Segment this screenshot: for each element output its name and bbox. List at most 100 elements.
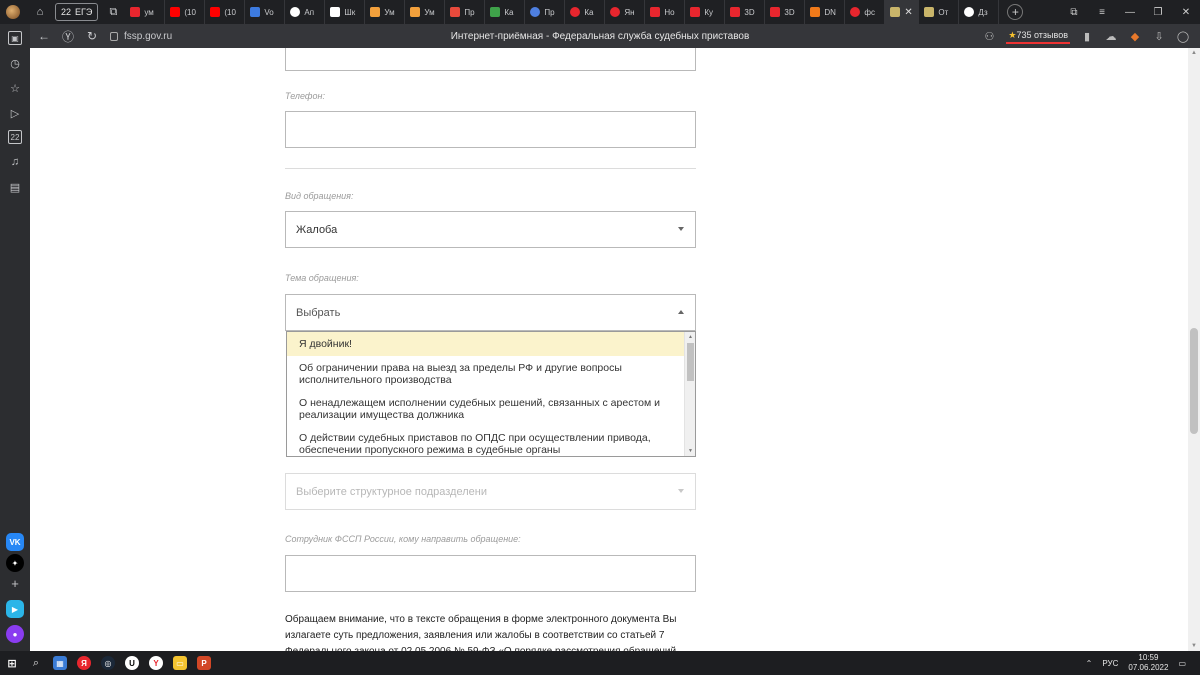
- new-tab-button[interactable]: +: [1007, 4, 1024, 20]
- tab[interactable]: От: [919, 0, 960, 24]
- store-icon[interactable]: ▦: [48, 651, 72, 675]
- topic-select[interactable]: Выбрать: [285, 294, 696, 331]
- play-icon[interactable]: ▷: [8, 106, 22, 120]
- favorites-star-icon[interactable]: ☆: [8, 81, 22, 95]
- close-tab-icon[interactable]: ✕: [904, 7, 912, 18]
- history-icon[interactable]: ◷: [8, 56, 22, 70]
- tab[interactable]: Но: [645, 0, 686, 24]
- employee-input[interactable]: [285, 555, 696, 592]
- tab[interactable]: (10: [165, 0, 206, 24]
- topic-placeholder: Выбрать: [296, 306, 341, 319]
- bookmark-icon[interactable]: ▮: [1080, 30, 1094, 43]
- tab-active-fssp[interactable]: ✕: [885, 0, 920, 24]
- division-placeholder: Выберите структурное подразделени: [296, 485, 487, 498]
- yandex-button-icon[interactable]: Ⓨ: [56, 28, 80, 45]
- tab[interactable]: Ап: [285, 0, 326, 24]
- powerpoint-icon[interactable]: P: [192, 651, 216, 675]
- back-arrow-icon[interactable]: ←: [32, 29, 56, 43]
- tab[interactable]: DN: [805, 0, 846, 24]
- tab[interactable]: Пр: [445, 0, 486, 24]
- tab[interactable]: Ум: [365, 0, 406, 24]
- scroll-up-arrow-icon[interactable]: ▲: [688, 334, 693, 340]
- alice-app-icon[interactable]: ✦: [6, 554, 24, 572]
- collections-icon[interactable]: ▣: [8, 31, 22, 45]
- topic-label: Тема обращения:: [285, 273, 359, 283]
- tab-stack-icon[interactable]: ⧉: [104, 4, 122, 20]
- file-explorer-icon[interactable]: ▭: [168, 651, 192, 675]
- topic-option[interactable]: Я двойник!: [287, 332, 695, 356]
- scroll-up-arrow-icon[interactable]: ▲: [1191, 50, 1197, 56]
- windows-start-icon[interactable]: ⊞: [0, 651, 24, 675]
- youtube-favicon-icon: [170, 7, 181, 17]
- menu-icon[interactable]: ≡: [1088, 7, 1116, 18]
- scroll-down-arrow-icon[interactable]: ▼: [1191, 643, 1197, 649]
- address-bar-actions: ⚇ ★735 отзывов ▮ ☁ ◆ ⇩ ◯: [982, 24, 1200, 48]
- tab[interactable]: Пр: [525, 0, 566, 24]
- search-icon[interactable]: ⌕: [24, 651, 48, 675]
- language-indicator[interactable]: РУС: [1102, 659, 1118, 668]
- site-favicon-icon: [410, 7, 421, 17]
- appeal-type-select[interactable]: Жалоба: [285, 211, 696, 248]
- steam-icon[interactable]: ◎: [96, 651, 120, 675]
- tab-manager-icon[interactable]: ⧉: [1060, 7, 1088, 18]
- calendar-badge[interactable]: 22: [8, 130, 22, 144]
- topic-option[interactable]: О действии судебных приставов по ОПДС пр…: [287, 424, 695, 456]
- page-scroll-thumb[interactable]: [1190, 328, 1198, 434]
- phone-input[interactable]: [285, 111, 696, 148]
- appeal-type-value: Жалоба: [296, 223, 338, 236]
- reload-icon[interactable]: ↻: [80, 29, 104, 43]
- tray-chevron-icon[interactable]: ⌃: [1086, 659, 1093, 668]
- tab[interactable]: 3D: [725, 0, 766, 24]
- close-window-icon[interactable]: ✕: [1172, 7, 1200, 18]
- tab[interactable]: Ку: [685, 0, 726, 24]
- translate-icon[interactable]: ⚇: [982, 30, 996, 43]
- tab[interactable]: ум: [125, 0, 166, 24]
- messenger-app-icon[interactable]: ▶: [6, 600, 24, 618]
- extension-fox-icon[interactable]: ◆: [1128, 30, 1142, 43]
- windows-taskbar: ⊞ ⌕ ▦ Я ◎ U Y ▭ P ⌃ РУС 10:59 07.06.2022…: [0, 651, 1200, 675]
- tab[interactable]: Ка: [485, 0, 526, 24]
- minimize-icon[interactable]: —: [1116, 7, 1144, 18]
- topic-option[interactable]: О ненадлежащем исполнении судебных решен…: [287, 389, 695, 424]
- tab[interactable]: Ян: [605, 0, 646, 24]
- cloud-icon[interactable]: ☁: [1104, 30, 1118, 43]
- tab-group-ege[interactable]: 22 ЕГЭ: [55, 3, 99, 21]
- dns-favicon-icon: [810, 7, 821, 17]
- add-app-icon[interactable]: +: [8, 576, 22, 591]
- home-icon[interactable]: ⌂: [31, 4, 49, 20]
- tab[interactable]: Шк: [325, 0, 366, 24]
- dropdown-scrollbar[interactable]: ▲ ▼: [684, 332, 695, 456]
- tab[interactable]: фс: [845, 0, 886, 24]
- tab[interactable]: (10: [205, 0, 246, 24]
- clock[interactable]: 10:59 07.06.2022: [1128, 653, 1168, 673]
- division-select[interactable]: Выберите структурное подразделени: [285, 473, 696, 510]
- site-favicon-icon: [370, 7, 381, 17]
- alice-voice-icon[interactable]: ●: [6, 625, 24, 643]
- unreal-icon[interactable]: U: [120, 651, 144, 675]
- screenshot-icon[interactable]: ▤: [8, 180, 22, 194]
- yandex-browser-icon[interactable]: Y: [144, 651, 168, 675]
- url-field[interactable]: fssp.gov.ru: [110, 31, 172, 42]
- profile-avatar[interactable]: [6, 5, 20, 19]
- notifications-bell-icon[interactable]: ♫: [8, 155, 22, 169]
- yandex-app-icon[interactable]: Я: [72, 651, 96, 675]
- dropdown-scroll-thumb[interactable]: [687, 343, 694, 381]
- tab[interactable]: Ум: [405, 0, 446, 24]
- lock-icon: [110, 31, 118, 41]
- notification-icon[interactable]: ▭: [1178, 659, 1186, 668]
- tab[interactable]: Дз: [959, 0, 1000, 24]
- downloads-icon[interactable]: ⇩: [1152, 30, 1166, 43]
- profile-icon[interactable]: ◯: [1176, 30, 1190, 43]
- scroll-down-arrow-icon[interactable]: ▼: [688, 448, 693, 454]
- tab[interactable]: Ка: [565, 0, 606, 24]
- tab[interactable]: 3D: [765, 0, 806, 24]
- page-scrollbar[interactable]: ▲ ▼: [1188, 48, 1200, 651]
- restore-icon[interactable]: ❐: [1144, 7, 1172, 18]
- topic-option[interactable]: Об ограничении права на выезд за пределы…: [287, 356, 695, 389]
- reviews-badge[interactable]: ★735 отзывов: [1006, 29, 1070, 44]
- tab[interactable]: Vo: [245, 0, 286, 24]
- vk-app-icon[interactable]: VK: [6, 533, 24, 551]
- site-favicon-icon: [490, 7, 501, 17]
- topic-dropdown-list[interactable]: Я двойник! Об ограничении права на выезд…: [286, 331, 696, 457]
- previous-input-field[interactable]: [285, 48, 696, 71]
